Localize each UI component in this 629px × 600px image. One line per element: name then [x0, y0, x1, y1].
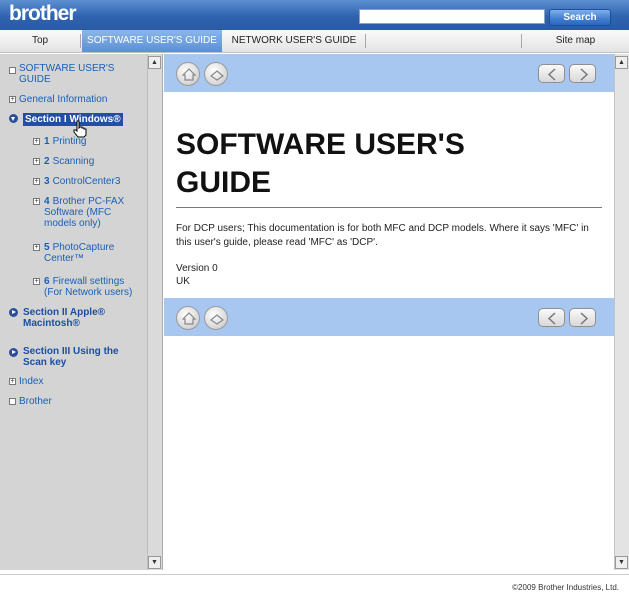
version-info: Version 0 UK [176, 262, 218, 288]
top-banner: brother Search [0, 0, 629, 30]
previous-page-button[interactable] [538, 308, 565, 327]
sidebar-item-chapter[interactable]: 4 Brother PC-FAX Software (MFC models onl… [44, 196, 142, 229]
sidebar-item-index[interactable]: Index [19, 376, 43, 387]
scroll-down-arrow-icon[interactable]: ▼ [148, 556, 161, 569]
chapter-number: 6 [44, 276, 50, 287]
section-expanded-icon[interactable] [9, 114, 18, 123]
home-icon[interactable] [176, 306, 200, 330]
scroll-down-arrow-icon[interactable]: ▼ [615, 556, 628, 569]
copyright-notice: ©2009 Brother Industries, Ltd. [512, 583, 619, 592]
chapter-label: Scanning [52, 156, 95, 167]
navigation-bar: Top SOFTWARE USER'S GUIDE NETWORK USER'S… [0, 30, 629, 53]
tab-network-users-guide[interactable]: NETWORK USER'S GUIDE [224, 30, 364, 52]
sidebar-item-brother[interactable]: Brother [19, 396, 52, 407]
expand-plus-icon[interactable]: + [33, 178, 40, 185]
title-line: GUIDE [176, 166, 272, 199]
sidebar-item-chapter[interactable]: 6 Firewall settings (For Network users) [44, 276, 144, 298]
tab-software-users-guide[interactable]: SOFTWARE USER'S GUIDE [82, 30, 222, 52]
sidebar-item-section-apple-macintosh[interactable]: Section II Apple® Macintosh® [23, 307, 133, 329]
scroll-up-arrow-icon[interactable]: ▲ [148, 56, 161, 69]
top-navigation-strip [164, 54, 614, 92]
search-button[interactable]: Search [549, 9, 611, 26]
sidebar-item-label: General Information [19, 94, 108, 105]
page-title: SOFTWARE USER'S GUIDE [176, 126, 606, 202]
page-icon [9, 398, 16, 405]
footer-divider [0, 574, 629, 575]
hand-pointer-icon [73, 120, 87, 138]
search-input[interactable] [359, 9, 545, 24]
chapter-number: 2 [44, 156, 50, 167]
scroll-up-arrow-icon[interactable]: ▲ [615, 56, 628, 69]
intro-text: For DCP users; This documentation is for… [176, 223, 589, 248]
chapter-label: ControlCenter3 [52, 176, 121, 187]
bottom-navigation-strip [164, 298, 614, 336]
sidebar-item-general-information[interactable]: General Information [19, 94, 107, 105]
chapter-number: 1 [44, 136, 50, 147]
print-icon[interactable] [204, 62, 228, 86]
previous-page-button[interactable] [538, 64, 565, 83]
expand-plus-icon[interactable]: + [33, 198, 40, 205]
expand-plus-icon[interactable]: + [9, 96, 16, 103]
page-icon [9, 67, 16, 74]
sidebar-item-section-scan-key[interactable]: Section III Using the Scan key [23, 346, 138, 368]
sidebar-item-label: SOFTWARE USER'S GUIDE [19, 63, 115, 85]
expand-plus-icon[interactable]: + [9, 378, 16, 385]
sidebar-item-chapter[interactable]: 5 PhotoCapture Center™ [44, 242, 134, 264]
nav-divider [80, 34, 81, 48]
sidebar-scrollbar[interactable] [147, 54, 162, 570]
expand-plus-icon[interactable]: + [33, 138, 40, 145]
home-icon[interactable] [176, 62, 200, 86]
expand-plus-icon[interactable]: + [33, 244, 40, 251]
expand-plus-icon[interactable]: + [33, 278, 40, 285]
section-collapsed-icon[interactable] [9, 308, 18, 317]
chapter-number: 4 [44, 196, 50, 207]
title-line: SOFTWARE USER'S [176, 128, 465, 161]
print-icon[interactable] [204, 306, 228, 330]
chapter-label: PhotoCapture Center™ [44, 242, 115, 264]
nav-divider [365, 34, 366, 48]
chapter-number: 3 [44, 176, 50, 187]
expand-plus-icon[interactable]: + [33, 158, 40, 165]
next-page-button[interactable] [569, 64, 596, 83]
content-scrollbar[interactable] [614, 54, 629, 570]
chapter-label: Brother PC-FAX Software (MFC models only… [44, 196, 125, 229]
tab-top[interactable]: Top [0, 30, 80, 52]
sidebar-item-chapter[interactable]: 3 ControlCenter3 [44, 176, 120, 187]
tab-site-map[interactable]: Site map [522, 30, 629, 52]
region-text: UK [176, 276, 190, 287]
sidebar-item-software-users-guide[interactable]: SOFTWARE USER'S GUIDE [19, 63, 134, 85]
title-divider [176, 207, 602, 208]
brother-logo: brother [9, 2, 76, 25]
section-collapsed-icon[interactable] [9, 348, 18, 357]
version-text: Version 0 [176, 263, 218, 274]
chapter-number: 5 [44, 242, 50, 253]
next-page-button[interactable] [569, 308, 596, 327]
content-area: SOFTWARE USER'S GUIDE For DCP users; Thi… [164, 54, 614, 570]
sidebar-item-chapter[interactable]: 2 Scanning [44, 156, 94, 167]
chapter-label: Firewall settings (For Network users) [44, 276, 133, 298]
